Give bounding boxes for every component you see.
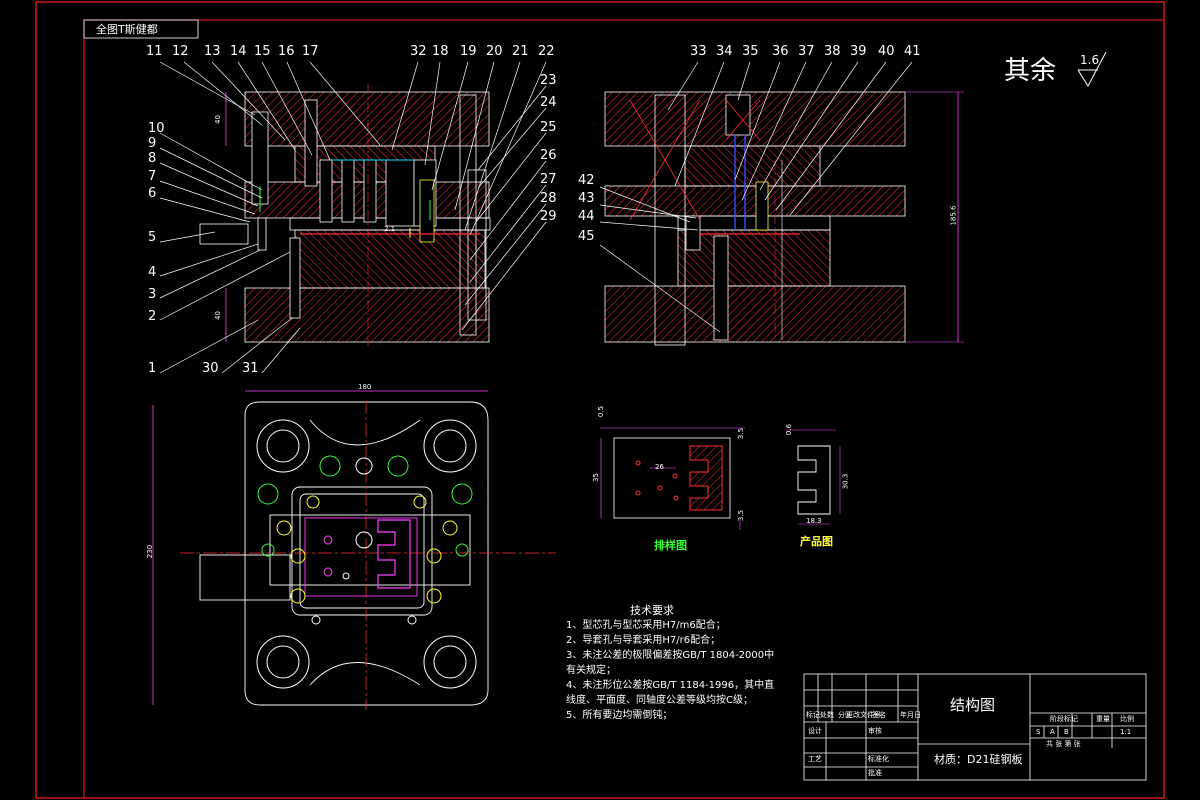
- dim-total-height: 185.6: [949, 205, 958, 226]
- part-number-label: 11: [146, 44, 163, 59]
- requirement-item: 3、未注公差的极限偏差按GB/T 1804-2000中: [566, 650, 775, 661]
- part-number-label: 15: [254, 44, 271, 59]
- requirement-item: 5、所有要边均需倒钝；: [566, 710, 673, 721]
- part-number-label: 39: [850, 44, 867, 59]
- dim-strip-pitch: 26: [655, 463, 664, 471]
- part-number-label: 38: [824, 44, 841, 59]
- product-view: [786, 429, 841, 525]
- dim-lower-height: 40: [213, 311, 222, 320]
- part-number-label: 42: [578, 173, 595, 188]
- dim-small: 2.1: [384, 225, 396, 233]
- left-section-view: [199, 84, 491, 348]
- roughness-prefix: 其余: [1004, 56, 1057, 86]
- product-caption: 产品图: [800, 535, 833, 548]
- strip-caption: 排样图: [654, 539, 687, 552]
- part-number-label: 26: [540, 148, 557, 163]
- part-number-label: 1: [148, 361, 157, 376]
- stage-mark: B: [1064, 728, 1069, 736]
- part-number-label: 6: [148, 186, 157, 201]
- part-number-label: 31: [242, 361, 259, 376]
- title-block-header: 标记: [806, 711, 820, 719]
- part-number-label: 2: [148, 309, 157, 324]
- strip-layout-view: [600, 427, 745, 530]
- dim-product-height: 30.3: [841, 473, 850, 490]
- requirement-item: 线度、平面度、同轴度公差等级均按C级；: [566, 695, 753, 706]
- part-number-label: 8: [148, 151, 157, 166]
- requirement-item: 4、未注形位公差按GB/T 1184-1996，其中直: [566, 680, 775, 691]
- part-number-label: 3: [148, 287, 157, 302]
- sheet-count-label: 共 张 第 张: [1046, 740, 1081, 748]
- material-label: 材质：D21硅钢板: [934, 753, 1023, 766]
- part-number-label: 45: [578, 229, 595, 244]
- part-number-label: 35: [742, 44, 759, 59]
- part-number-label: 29: [540, 209, 557, 224]
- part-number-label: 43: [578, 191, 595, 206]
- part-number-label: 7: [148, 169, 157, 184]
- dim-strip-right: 3.5: [737, 427, 746, 440]
- dim-strip-height: 35: [591, 473, 600, 482]
- title-block-header: 签名: [872, 711, 886, 719]
- dim-strip-bottom: 3.5: [737, 509, 746, 522]
- part-number-label: 34: [716, 44, 733, 59]
- part-number-label: 19: [460, 44, 477, 59]
- part-number-label: 41: [904, 44, 921, 59]
- requirement-item: 1、型芯孔与型芯采用H7/m6配合；: [566, 620, 726, 631]
- part-number-label: 36: [772, 44, 789, 59]
- requirement-item: 2、导套孔与导套采用H7/r6配合；: [566, 635, 721, 646]
- part-number-label: 9: [148, 136, 157, 151]
- dim-plan-width: 180: [358, 383, 372, 391]
- part-number-label: 12: [172, 44, 189, 59]
- part-number-label: 37: [798, 44, 815, 59]
- part-number-label: 33: [690, 44, 707, 59]
- dim-product-width: 18.3: [806, 517, 822, 525]
- title-block-row-label: 工艺: [808, 755, 822, 763]
- corner-label: 全图T斯健都: [96, 23, 158, 36]
- part-number-label: 16: [278, 44, 295, 59]
- dim-plan-height: 230: [146, 544, 155, 559]
- part-number-label: 20: [486, 44, 503, 59]
- part-number-label: 18: [432, 44, 449, 59]
- part-number-label: 32: [410, 44, 427, 59]
- title-block-row-label: 设计: [808, 727, 822, 735]
- part-number-label: 44: [578, 209, 595, 224]
- part-number-label: 13: [204, 44, 221, 59]
- stage-mark: S: [1036, 728, 1041, 736]
- part-number-label: 4: [148, 265, 157, 280]
- part-number-label: 28: [540, 191, 557, 206]
- part-number-label: 10: [148, 121, 165, 136]
- part-number-label: 30: [202, 361, 219, 376]
- right-section-view: [604, 91, 964, 346]
- part-number-label: 25: [540, 120, 557, 135]
- title-block-row-label: 审核: [868, 727, 882, 735]
- title-block-header: 处数: [820, 711, 834, 719]
- requirement-item: 有关规定；: [566, 665, 616, 676]
- outer-frame: [35, 1, 1165, 799]
- part-number-label: 5: [148, 230, 157, 245]
- part-number-label: 40: [878, 44, 895, 59]
- part-number-label: 14: [230, 44, 247, 59]
- part-number-label: 17: [302, 44, 319, 59]
- title-block-row-label: 标准化: [868, 755, 889, 763]
- requirements-title: 技术要求: [630, 604, 674, 617]
- dim-product-top: 0.6: [785, 423, 794, 436]
- scale-label: 比例: [1120, 715, 1134, 723]
- plan-view: [152, 390, 556, 710]
- stage-mark: A: [1050, 728, 1055, 736]
- drawing-name: 结构图: [950, 696, 996, 714]
- dim-upper-height: 40: [213, 115, 222, 124]
- dim-strip-top: 0.5: [597, 405, 606, 418]
- part-number-label: 23: [540, 73, 557, 88]
- plan-holes: [256, 419, 477, 689]
- part-number-label: 22: [538, 44, 555, 59]
- title-block-row-label: 批准: [868, 769, 882, 777]
- part-number-label: 24: [540, 95, 557, 110]
- roughness-value: 1.6: [1080, 53, 1100, 67]
- part-number-label: 27: [540, 172, 557, 187]
- part-number-label: 21: [512, 44, 529, 59]
- title-block-header: 年月日: [900, 711, 921, 719]
- scale-value: 1:1: [1120, 728, 1132, 736]
- stage-label: 阶段标记: [1050, 715, 1078, 723]
- weight-label: 重量: [1096, 715, 1110, 723]
